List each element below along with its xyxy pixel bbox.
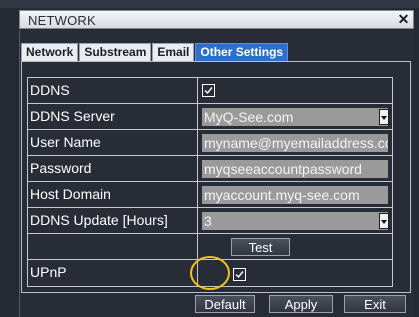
background-strip <box>0 0 419 8</box>
checkmark-icon <box>235 271 244 279</box>
user-name-field[interactable]: myname@myemailaddress.com <box>202 134 388 152</box>
ddns-server-cell: MyQ-See.com <box>200 104 392 129</box>
ddns-update-label: DDNS Update [Hours] <box>28 208 198 233</box>
ddns-cell <box>200 78 392 103</box>
window-title: NETWORK <box>28 13 96 28</box>
tab-email[interactable]: Email <box>152 43 195 61</box>
ddns-label: DDNS <box>28 78 198 103</box>
tab-network[interactable]: Network <box>21 43 79 61</box>
default-button[interactable]: Default <box>195 295 255 313</box>
ddns-server-select[interactable]: MyQ-See.com <box>202 108 388 126</box>
exit-button[interactable]: Exit <box>344 295 406 313</box>
user-name-row: User Name myname@myemailaddress.com <box>28 130 392 156</box>
host-domain-label: Host Domain <box>28 182 198 207</box>
ddns-row: DDNS <box>28 78 392 104</box>
close-icon[interactable]: ✕ <box>396 12 411 27</box>
test-button[interactable]: Test <box>231 238 290 256</box>
dropdown-arrow-icon[interactable] <box>379 213 389 229</box>
checkmark-icon <box>204 87 213 95</box>
dropdown-arrow-icon[interactable] <box>379 109 389 125</box>
tab-other-settings[interactable]: Other Settings <box>195 43 289 61</box>
host-domain-row: Host Domain myaccount.myq-see.com <box>28 182 392 208</box>
password-cell: myqseeaccountpassword <box>200 156 392 181</box>
test-row-label <box>28 234 198 259</box>
apply-button[interactable]: Apply <box>269 295 333 313</box>
upnp-checkbox[interactable] <box>233 268 246 281</box>
password-label: Password <box>28 156 198 181</box>
password-row: Password myqseeaccountpassword <box>28 156 392 182</box>
tab-substream[interactable]: Substream <box>79 43 152 61</box>
window-titlebar: NETWORK ✕ <box>19 10 414 29</box>
ddns-server-row: DDNS Server MyQ-See.com <box>28 104 392 130</box>
ddns-update-row: DDNS Update [Hours] 3 <box>28 208 392 234</box>
test-cell: Test <box>200 234 392 259</box>
ddns-update-cell: 3 <box>200 208 392 233</box>
password-field[interactable]: myqseeaccountpassword <box>202 160 388 178</box>
host-domain-cell: myaccount.myq-see.com <box>200 182 392 207</box>
ddns-checkbox[interactable] <box>202 84 215 97</box>
host-domain-field[interactable]: myaccount.myq-see.com <box>202 186 388 204</box>
user-name-cell: myname@myemailaddress.com <box>200 130 392 155</box>
upnp-highlight-circle <box>190 256 230 290</box>
user-name-label: User Name <box>28 130 198 155</box>
ddns-server-label: DDNS Server <box>28 104 198 129</box>
ddns-update-select[interactable]: 3 <box>202 212 388 230</box>
upnp-label: UPnP <box>28 260 198 286</box>
tab-bar: Network Substream Email Other Settings <box>21 43 289 61</box>
